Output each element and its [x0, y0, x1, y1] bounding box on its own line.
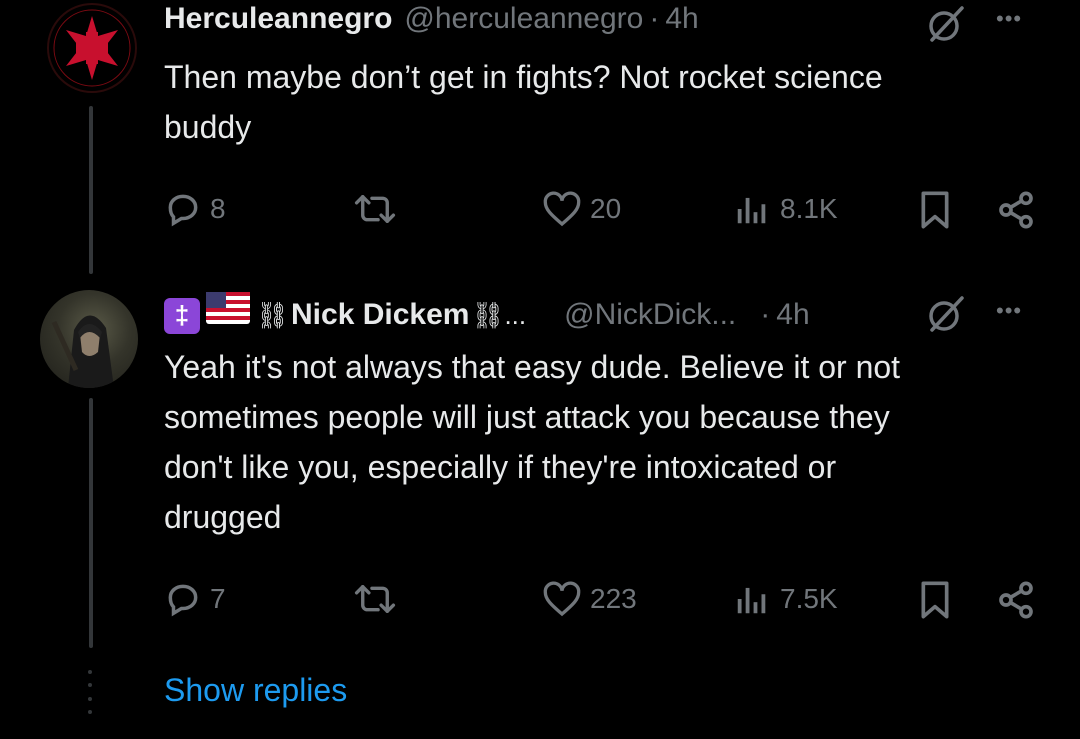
reply-button[interactable]: 7: [164, 580, 226, 618]
like-button[interactable]: 223: [542, 580, 637, 618]
share-icon: [999, 191, 1033, 229]
reply-icon: [168, 584, 198, 617]
tweet-text-line: sometimes people will just attack you be…: [164, 399, 890, 435]
tweet-text-line: Then maybe don’t get in fights? Not rock…: [164, 59, 883, 95]
user-handle[interactable]: @herculeannegro: [404, 2, 643, 36]
thread-line: [89, 398, 93, 648]
views-icon: [737, 587, 766, 614]
avatar-nickdickem[interactable]: [40, 290, 138, 388]
views-count: 7.5K: [780, 583, 838, 614]
reply-count: 7: [210, 583, 226, 614]
repost-icon: [354, 585, 396, 613]
reply-button[interactable]: 8: [164, 190, 226, 228]
reply-count: 8: [210, 193, 226, 224]
orthodox-cross-emoji: ‡: [164, 297, 200, 334]
bookmark-button[interactable]: [918, 580, 952, 620]
like-button[interactable]: 20: [542, 190, 621, 228]
show-replies-link[interactable]: Show replies: [164, 672, 347, 709]
tweet-text-line: don't like you, especially if they're in…: [164, 449, 837, 485]
templar-cross-icon: [47, 3, 137, 93]
separator: ·: [760, 298, 771, 331]
views-button[interactable]: 7.5K: [732, 580, 838, 618]
more-options-icon[interactable]: •••: [996, 298, 1022, 324]
avatar-herculeannegro[interactable]: [46, 2, 138, 94]
display-name[interactable]: Herculeannegro: [164, 2, 392, 36]
repost-icon: [354, 195, 396, 223]
grok-icon[interactable]: [924, 2, 968, 51]
separator: ·: [649, 2, 660, 35]
views-button[interactable]: 8.1K: [732, 190, 838, 228]
tweet-text-line: drugged: [164, 499, 282, 535]
timestamp[interactable]: 4h: [776, 298, 809, 332]
us-flag-icon: [206, 292, 250, 332]
like-count: 20: [590, 193, 622, 224]
more-options-icon[interactable]: •••: [996, 6, 1022, 32]
views-icon: [737, 197, 766, 224]
share-icon: [999, 581, 1033, 619]
repost-button[interactable]: [352, 190, 398, 228]
share-button[interactable]: [996, 580, 1036, 620]
tweet-header: ‡ ⛓ Nick Dickem ⛓... @NickDick... · 4h: [164, 292, 810, 334]
views-count: 8.1K: [780, 193, 838, 224]
grok-icon[interactable]: [924, 292, 968, 341]
bookmark-icon: [921, 191, 949, 229]
ornament-left: ⛓: [256, 300, 290, 330]
bookmark-button[interactable]: [918, 190, 952, 230]
heart-icon: [543, 581, 581, 617]
like-count: 223: [590, 583, 637, 614]
tweet-text-line: Yeah it's not always that easy dude. Bel…: [164, 349, 901, 385]
thread-line: [89, 106, 93, 274]
heart-icon: [543, 191, 581, 227]
display-name[interactable]: Nick Dickem: [291, 298, 469, 332]
share-button[interactable]: [996, 190, 1036, 230]
ornament-right: ⛓...: [471, 300, 527, 330]
tweet-text: Yeah it's not always that easy dude. Bel…: [164, 342, 1064, 542]
bookmark-icon: [921, 581, 949, 619]
tweet-header: Herculeannegro @herculeannegro · 4h: [164, 2, 699, 36]
user-handle[interactable]: @NickDick...: [564, 298, 736, 332]
repost-button[interactable]: [352, 580, 398, 618]
tweet-text: Then maybe don’t get in fights? Not rock…: [164, 52, 1064, 152]
timestamp[interactable]: 4h: [665, 2, 698, 36]
reply-icon: [168, 194, 198, 227]
thread-continuation-dots: [87, 670, 93, 714]
hooded-figure-avatar-icon: [51, 315, 114, 388]
tweet-text-line: buddy: [164, 109, 252, 145]
